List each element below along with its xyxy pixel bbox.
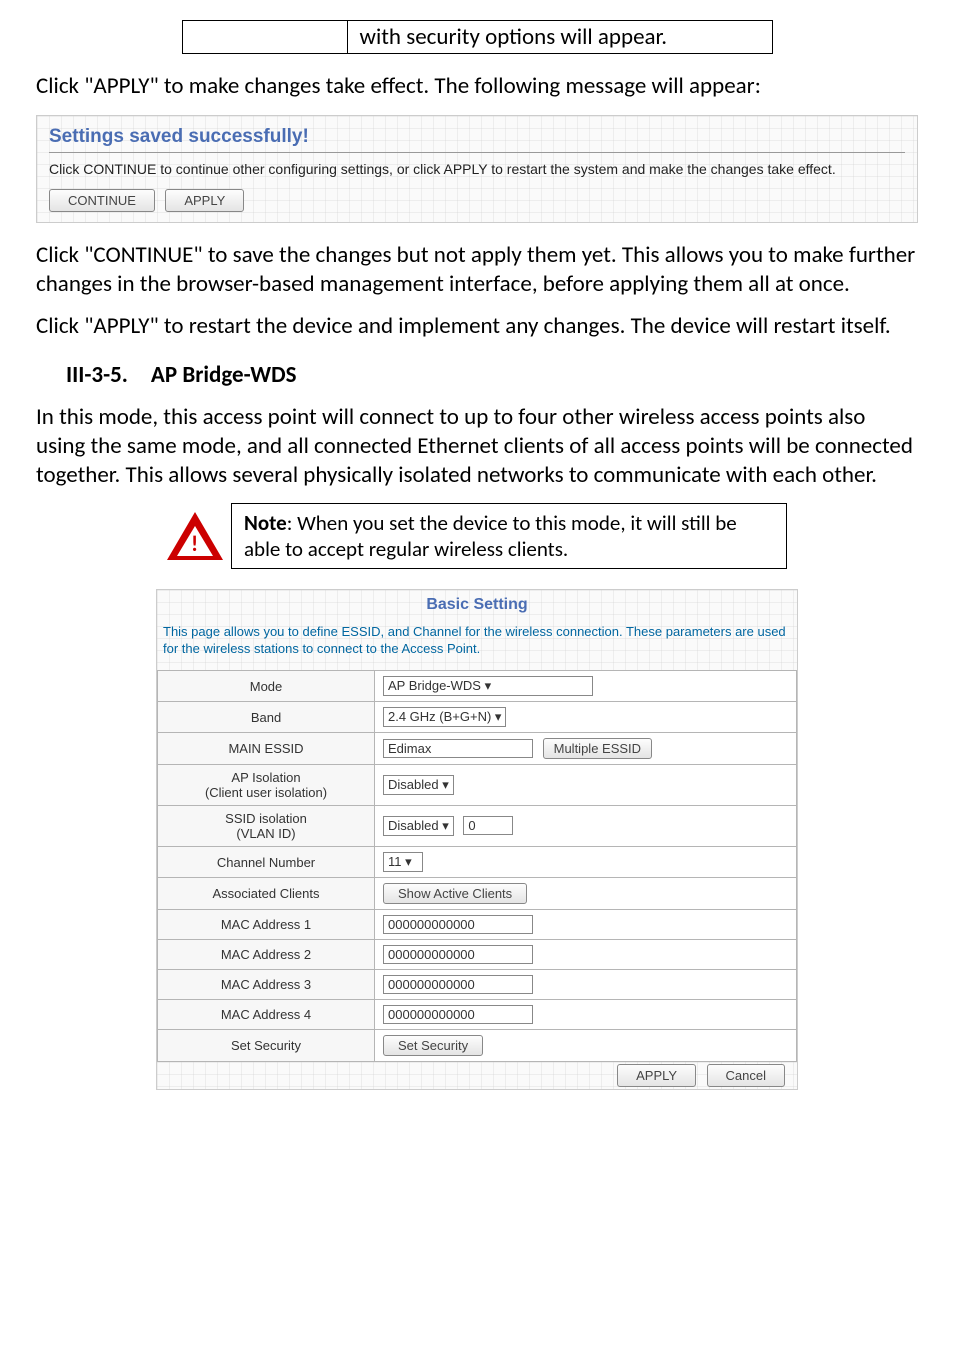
row-ap-isolation: AP Isolation (Client user isolation) Dis… bbox=[158, 765, 797, 806]
set-security-button[interactable]: Set Security bbox=[383, 1035, 483, 1056]
row-essid: MAIN ESSID Edimax Multiple ESSID bbox=[158, 733, 797, 765]
continue-button[interactable]: CONTINUE bbox=[49, 189, 155, 212]
row-associated-clients: Associated Clients Show Active Clients bbox=[158, 878, 797, 910]
mac2-input[interactable]: 000000000000 bbox=[383, 945, 533, 964]
row-mac4: MAC Address 4 000000000000 bbox=[158, 1000, 797, 1030]
mode-select[interactable]: AP Bridge-WDS bbox=[383, 676, 593, 696]
note-box: ! Note: When you set the device to this … bbox=[167, 503, 787, 569]
label-mode: Mode bbox=[158, 671, 375, 702]
mac1-input[interactable]: 000000000000 bbox=[383, 915, 533, 934]
label-mac1: MAC Address 1 bbox=[158, 910, 375, 940]
mac3-input[interactable]: 000000000000 bbox=[383, 975, 533, 994]
basic-setting-table: Mode AP Bridge-WDS Band 2.4 GHz (B+G+N) … bbox=[157, 670, 797, 1062]
label-mac3: MAC Address 3 bbox=[158, 970, 375, 1000]
top-table-fragment: with security options will appear. bbox=[182, 20, 773, 54]
row-channel: Channel Number 11 bbox=[158, 847, 797, 878]
basic-cancel-button[interactable]: Cancel bbox=[707, 1064, 785, 1087]
apply-button[interactable]: APPLY bbox=[165, 189, 244, 212]
note-text: Note: When you set the device to this mo… bbox=[231, 503, 787, 569]
settings-saved-desc: Click CONTINUE to continue other configu… bbox=[49, 161, 905, 177]
show-active-clients-button[interactable]: Show Active Clients bbox=[383, 883, 527, 904]
label-ap-isolation: AP Isolation (Client user isolation) bbox=[158, 765, 375, 806]
basic-apply-button[interactable]: APPLY bbox=[617, 1064, 696, 1087]
basic-setting-title: Basic Setting bbox=[163, 592, 791, 618]
ssid-isolation-select[interactable]: Disabled bbox=[383, 816, 454, 836]
label-mac2: MAC Address 2 bbox=[158, 940, 375, 970]
section-heading: III-3-5. AP Bridge-WDS bbox=[36, 361, 918, 389]
warning-icon: ! bbox=[167, 512, 223, 560]
note-body: : When you set the device to this mode, … bbox=[244, 510, 737, 562]
label-channel: Channel Number bbox=[158, 847, 375, 878]
settings-saved-title: Settings saved successfully! bbox=[49, 126, 905, 148]
label-essid: MAIN ESSID bbox=[158, 733, 375, 765]
essid-input[interactable]: Edimax bbox=[383, 739, 533, 758]
mac4-input[interactable]: 000000000000 bbox=[383, 1005, 533, 1024]
row-mac3: MAC Address 3 000000000000 bbox=[158, 970, 797, 1000]
channel-select[interactable]: 11 bbox=[383, 852, 423, 872]
paragraph-apply-intro: Click "APPLY" to make changes take effec… bbox=[36, 72, 918, 101]
basic-setting-desc: This page allows you to define ESSID, an… bbox=[163, 624, 791, 658]
vlan-id-input[interactable]: 0 bbox=[463, 816, 513, 835]
label-set-security: Set Security bbox=[158, 1030, 375, 1062]
row-band: Band 2.4 GHz (B+G+N) bbox=[158, 702, 797, 733]
paragraph-mode-desc: In this mode, this access point will con… bbox=[36, 403, 918, 489]
row-set-security: Set Security Set Security bbox=[158, 1030, 797, 1062]
multiple-essid-button[interactable]: Multiple ESSID bbox=[543, 738, 652, 759]
label-mac4: MAC Address 4 bbox=[158, 1000, 375, 1030]
paragraph-continue-desc: Click "CONTINUE" to save the changes but… bbox=[36, 241, 918, 299]
top-table-left-cell bbox=[182, 21, 347, 54]
row-ssid-isolation: SSID isolation (VLAN ID) Disabled 0 bbox=[158, 806, 797, 847]
note-label: Note bbox=[244, 510, 287, 536]
settings-saved-panel: Settings saved successfully! Click CONTI… bbox=[36, 115, 918, 223]
paragraph-apply-desc: Click "APPLY" to restart the device and … bbox=[36, 312, 918, 341]
row-mac2: MAC Address 2 000000000000 bbox=[158, 940, 797, 970]
row-mac1: MAC Address 1 000000000000 bbox=[158, 910, 797, 940]
label-associated-clients: Associated Clients bbox=[158, 878, 375, 910]
ap-isolation-select[interactable]: Disabled bbox=[383, 775, 454, 795]
label-ssid-isolation: SSID isolation (VLAN ID) bbox=[158, 806, 375, 847]
row-mode: Mode AP Bridge-WDS bbox=[158, 671, 797, 702]
top-table-right-cell: with security options will appear. bbox=[347, 21, 772, 54]
band-select[interactable]: 2.4 GHz (B+G+N) bbox=[383, 707, 506, 727]
label-band: Band bbox=[158, 702, 375, 733]
basic-setting-panel: Basic Setting This page allows you to de… bbox=[156, 589, 798, 1090]
